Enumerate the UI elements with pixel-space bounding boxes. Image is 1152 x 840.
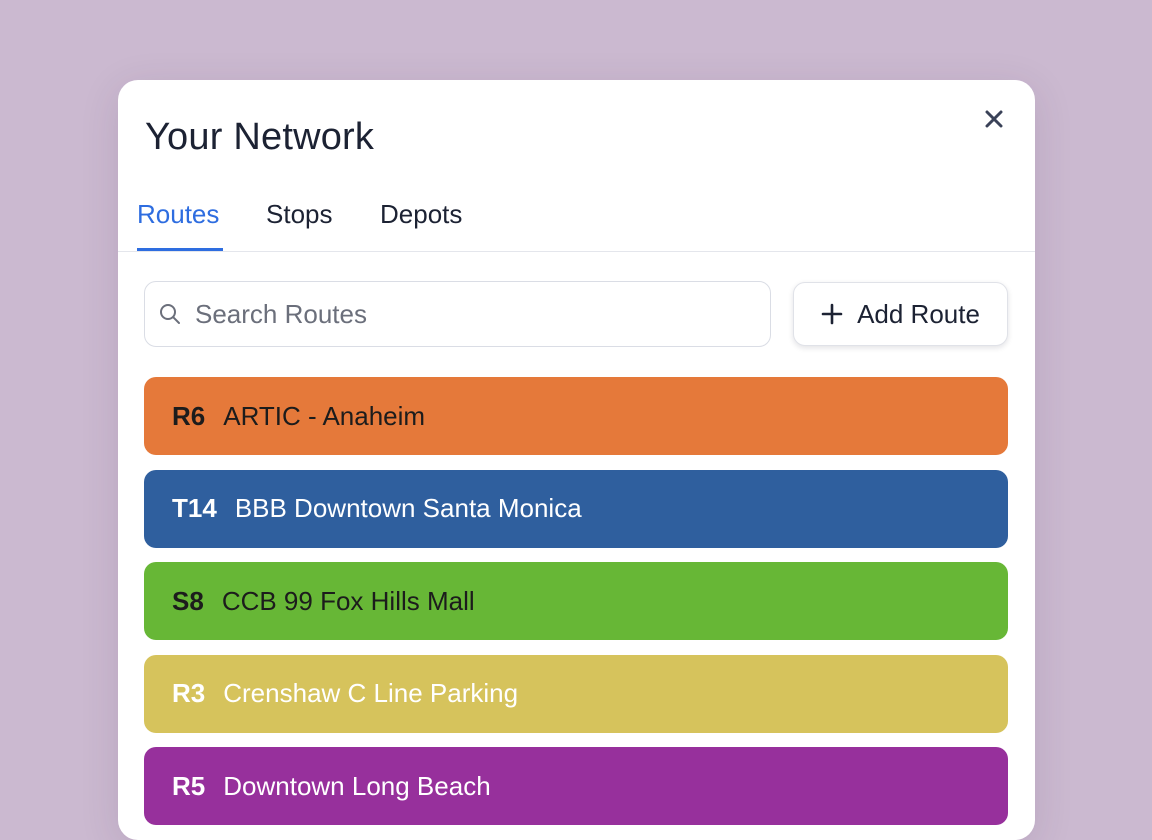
route-code: R3 bbox=[172, 678, 206, 708]
add-route-label: Add Route bbox=[857, 298, 980, 329]
route-name: BBB Downtown Santa Monica bbox=[234, 493, 582, 523]
route-list: R6 ARTIC - Anaheim T14 BBB Downtown Sant… bbox=[144, 377, 1008, 840]
add-route-button[interactable]: Add Route bbox=[793, 282, 1008, 346]
route-code: R6 bbox=[172, 400, 206, 431]
plus-icon bbox=[821, 303, 843, 325]
route-name: ARTIC - Anaheim bbox=[223, 400, 426, 431]
route-item[interactable]: R6 ARTIC - Anaheim bbox=[144, 377, 1008, 455]
search-box[interactable] bbox=[144, 281, 771, 347]
tab-routes[interactable]: Routes bbox=[137, 193, 223, 251]
tab-depots[interactable]: Depots bbox=[380, 193, 462, 251]
route-code: T14 bbox=[172, 493, 217, 523]
route-code: S8 bbox=[172, 585, 204, 616]
route-item[interactable]: R3 Crenshaw C Line Parking bbox=[144, 654, 1008, 733]
close-button[interactable] bbox=[979, 104, 1009, 134]
search-input[interactable] bbox=[193, 297, 757, 331]
panel-title: Your Network bbox=[145, 116, 375, 158]
route-item[interactable]: S8 CCB 99 Fox Hills Mall bbox=[144, 562, 1008, 640]
route-item[interactable]: T14 BBB Downtown Santa Monica bbox=[144, 469, 1008, 548]
route-name: CCB 99 Fox Hills Mall bbox=[221, 585, 475, 616]
route-name: Downtown Long Beach bbox=[223, 770, 491, 801]
route-name: Crenshaw C Line Parking bbox=[223, 678, 519, 708]
route-item[interactable]: R5 Downtown Long Beach bbox=[144, 747, 1008, 825]
network-panel: Your Network Routes Stops Depots Add Rou… bbox=[118, 80, 1035, 840]
search-icon bbox=[160, 304, 180, 324]
close-icon bbox=[985, 110, 1003, 128]
tab-stops[interactable]: Stops bbox=[266, 193, 333, 251]
route-code: R5 bbox=[172, 770, 206, 801]
tab-bar: Routes Stops Depots bbox=[118, 193, 1035, 252]
